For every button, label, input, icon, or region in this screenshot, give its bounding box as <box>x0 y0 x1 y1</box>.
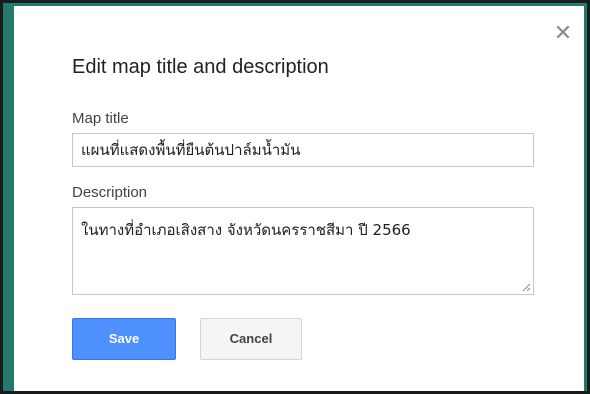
description-textarea[interactable]: ในทางที่อำเภอเสิงสาง จังหวัดนครราชสีมา ป… <box>72 207 534 295</box>
description-label: Description <box>72 184 148 201</box>
save-button[interactable]: Save <box>72 318 176 360</box>
map-title-input[interactable]: แผนที่แสดงพื้นที่ยืนต้นปาล์มน้ำมัน <box>72 133 534 167</box>
map-title-label: Map title <box>72 110 129 127</box>
close-icon[interactable]: ✕ <box>552 22 574 44</box>
cancel-button[interactable]: Cancel <box>200 318 302 360</box>
edit-map-dialog: ✕ Edit map title and description Map tit… <box>14 6 584 394</box>
resize-handle-icon[interactable] <box>521 282 531 292</box>
dialog-title: Edit map title and description <box>72 56 329 78</box>
